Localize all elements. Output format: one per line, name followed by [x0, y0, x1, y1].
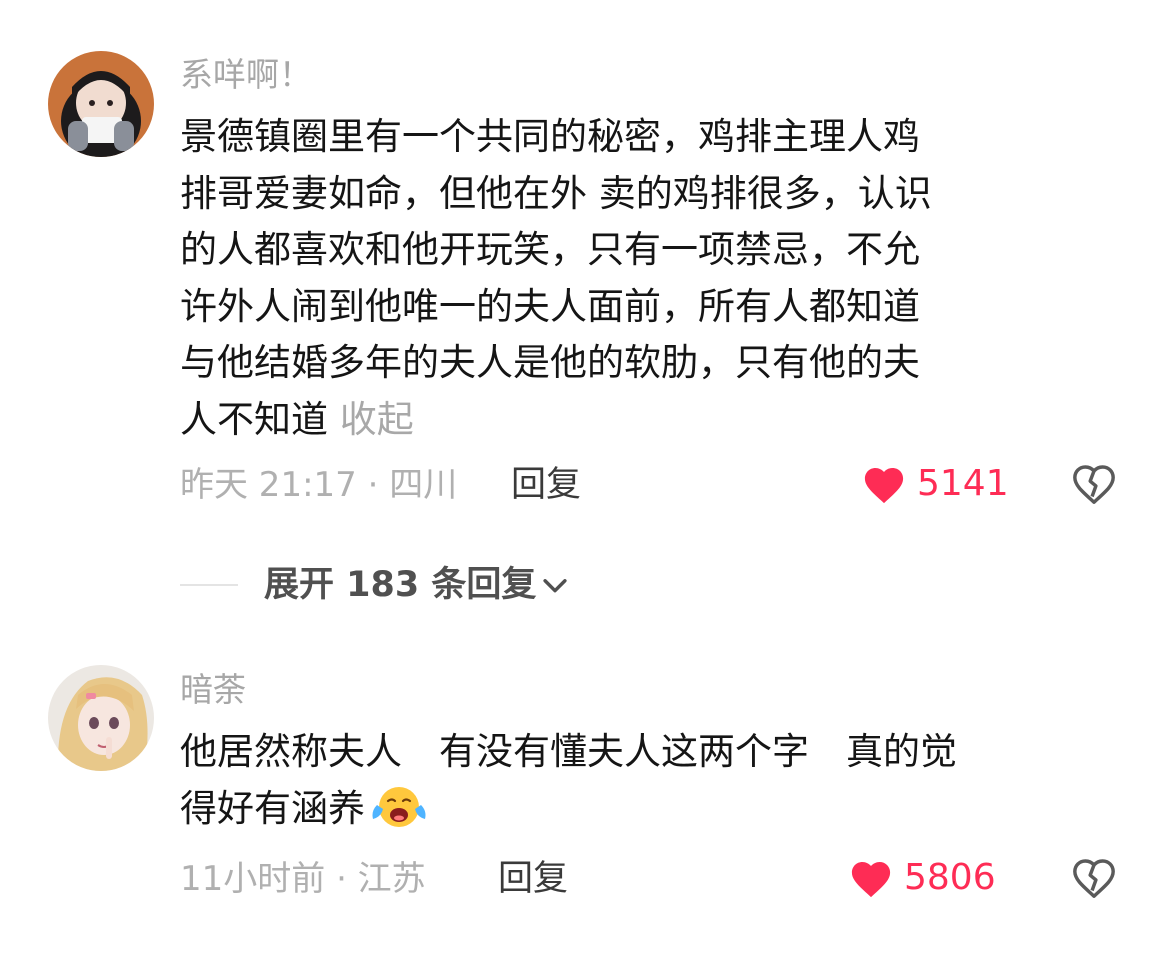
comment-text-line: 排哥爱妻如命，但他在外 卖的鸡排很多，认识 — [180, 171, 932, 215]
comment-meta: 昨天 21:17 · 四川 — [180, 465, 458, 505]
crying-face-emoji — [369, 783, 429, 846]
comment-text-line-last: 得好有涵养 — [180, 781, 957, 846]
heart-filled-icon — [851, 861, 891, 898]
like-count: 5141 — [917, 463, 1009, 504]
comment-text-line: 景德镇圈里有一个共同的秘密，鸡排主理人鸡 — [180, 115, 920, 158]
username[interactable]: 系咩啊！ — [180, 55, 312, 95]
comment-text: 景德镇圈里有一个共同的秘密，鸡排主理人鸡 排哥爱妻如命，但他在外 卖的鸡排很多，… — [180, 109, 932, 448]
divider — [180, 584, 238, 586]
comment-text-line-last: 人不知道 收起 — [180, 392, 932, 449]
like-count: 5806 — [904, 857, 996, 898]
comment-text-line: 许外人闹到他唯一的夫人面前，所有人都知道 — [180, 284, 920, 328]
comment-text: 他居然称夫人 有没有懂夫人这两个字 真的觉 得好有涵养 — [180, 724, 957, 845]
reply-button[interactable]: 回复 — [511, 465, 581, 505]
expand-replies-button[interactable]: 展开 183 条回复 — [180, 565, 572, 605]
broken-heart-icon[interactable] — [1071, 856, 1117, 902]
avatar[interactable] — [48, 51, 154, 157]
heart-filled-icon — [864, 467, 904, 504]
collapse-button[interactable]: 收起 — [340, 398, 414, 441]
broken-heart-icon[interactable] — [1071, 462, 1117, 508]
like-button[interactable]: 5806 — [848, 857, 996, 899]
comment-text-line: 与他结婚多年的夫人是他的软肋，只有他的夫 — [180, 341, 920, 384]
comment-text-fragment: 人不知道 — [180, 397, 328, 441]
comment-text-fragment: 得好有涵养 — [180, 786, 365, 830]
expand-replies-label: 展开 183 条回复 — [264, 565, 537, 605]
avatar[interactable] — [48, 665, 154, 771]
chevron-down-icon — [543, 579, 568, 593]
comment-text-line: 的人都喜欢和他开玩笑，只有一项禁忌，不允 — [180, 228, 920, 271]
comment-text-line: 他居然称夫人 有没有懂夫人这两个字 真的觉 — [180, 730, 957, 773]
username[interactable]: 暗荼 — [180, 670, 246, 710]
reply-button[interactable]: 回复 — [498, 859, 568, 899]
comment-meta: 11小时前 · 江苏 — [180, 859, 426, 899]
like-button[interactable]: 5141 — [861, 463, 1009, 505]
